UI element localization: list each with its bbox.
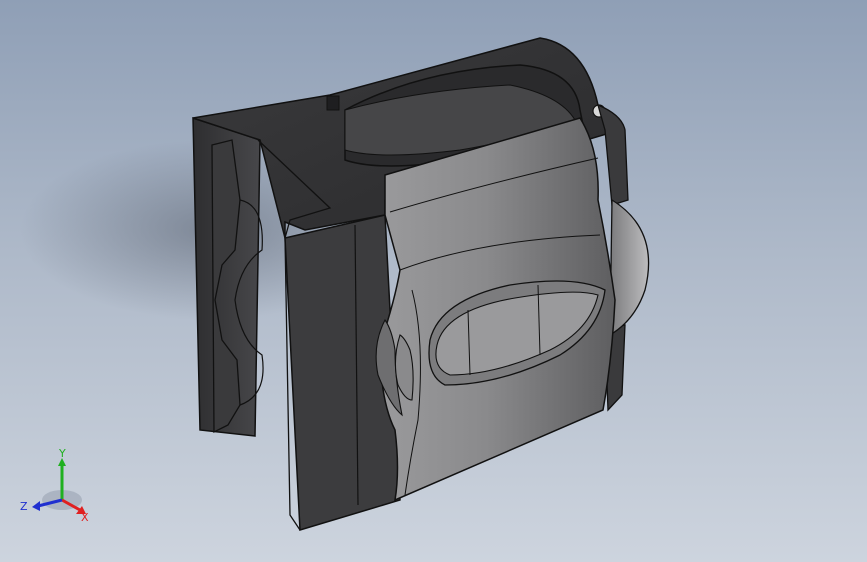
coordinate-triad[interactable]: Y X Z: [18, 447, 98, 528]
right-side-band[interactable]: [597, 103, 629, 206]
x-axis-label: X: [81, 511, 89, 524]
side-bulge[interactable]: [609, 198, 650, 337]
slot-cutout: [326, 95, 340, 111]
z-axis-label: Z: [20, 500, 28, 513]
3d-viewport[interactable]: Y X Z: [0, 0, 867, 562]
y-axis-label: Y: [58, 448, 66, 460]
z-arrowhead: [32, 501, 40, 511]
3d-part-model[interactable]: [0, 0, 867, 562]
